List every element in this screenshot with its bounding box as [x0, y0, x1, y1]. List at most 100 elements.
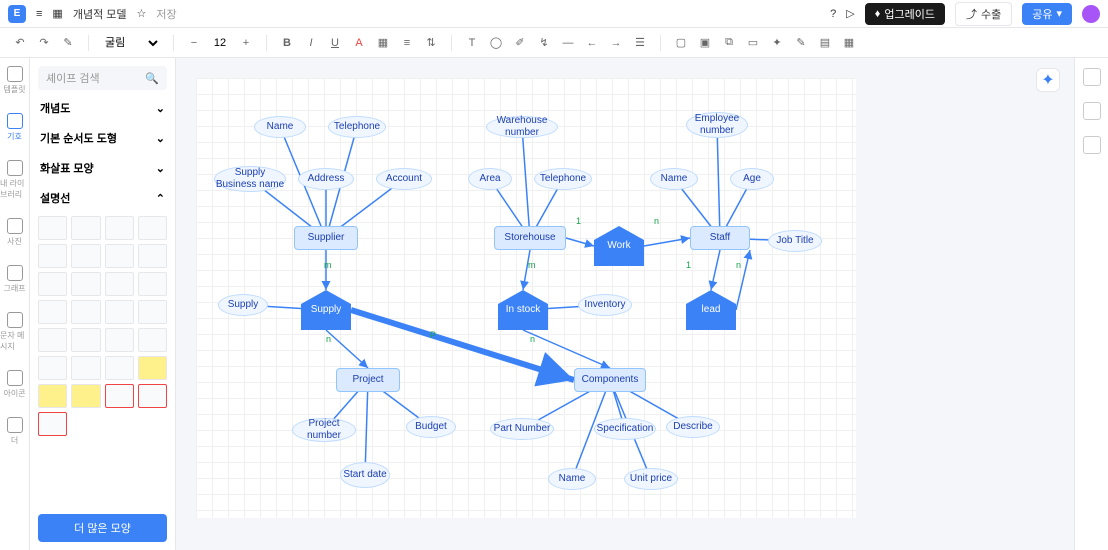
shape-item[interactable] [71, 356, 100, 380]
diagram-node[interactable]: Age [730, 168, 774, 190]
chat-icon[interactable] [1083, 102, 1101, 120]
italic-icon[interactable]: I [303, 35, 319, 51]
star-icon[interactable]: ☆ [136, 7, 146, 20]
shape-item[interactable] [71, 216, 100, 240]
diagram-node[interactable]: Supplier [294, 226, 358, 250]
diagram-node[interactable]: Address [298, 168, 354, 190]
diagram-node[interactable]: Supply Business name [214, 166, 286, 192]
shape-item[interactable] [138, 272, 167, 296]
shape-item[interactable] [38, 384, 67, 408]
pen-icon[interactable]: ✐ [512, 35, 528, 51]
diagram-node[interactable]: Telephone [328, 116, 386, 138]
diagram-node[interactable]: Area [468, 168, 512, 190]
diagram-node[interactable]: Supply [301, 290, 351, 330]
upgrade-button[interactable]: ♦업그레이드 [865, 3, 945, 25]
shape-item[interactable] [105, 356, 134, 380]
cat-flowchart[interactable]: 기본 순서도 도형⌄ [38, 126, 167, 150]
diagram-node[interactable]: Staff [690, 226, 750, 250]
shape-item[interactable] [71, 384, 100, 408]
font-select[interactable]: 굴림 [101, 36, 161, 50]
diagram-node[interactable]: Work [594, 226, 644, 266]
diagram-node[interactable]: Inventory [578, 294, 632, 316]
rail-library[interactable]: 내 라이브러리 [0, 160, 29, 200]
shape-item[interactable] [71, 272, 100, 296]
shape-item[interactable] [138, 384, 167, 408]
shape-item[interactable] [138, 300, 167, 324]
shape-item[interactable] [105, 272, 134, 296]
fx-icon[interactable]: ✦ [769, 35, 785, 51]
export-button[interactable]: ⤴수출 [955, 2, 1012, 26]
image-icon[interactable]: ▭ [745, 35, 761, 51]
increase-icon[interactable]: + [238, 35, 254, 51]
diagram-node[interactable]: Account [376, 168, 432, 190]
rail-template[interactable]: 템플릿 [3, 66, 25, 95]
shape-item[interactable] [38, 412, 67, 436]
shape-item[interactable] [71, 300, 100, 324]
layer-icon[interactable]: ▣ [697, 35, 713, 51]
rail-graph[interactable]: 그래프 [3, 265, 25, 294]
diagram-node[interactable]: Name [254, 116, 306, 138]
arrow-start-icon[interactable]: ← [584, 35, 600, 51]
diagram-node[interactable]: Project [336, 368, 400, 392]
diagram-node[interactable]: Telephone [534, 168, 592, 190]
shape-search[interactable]: 셰이프 검색🔍 [38, 66, 167, 90]
lock-icon[interactable]: ▤ [817, 35, 833, 51]
diagram-node[interactable]: Storehouse [494, 226, 566, 250]
shape-item[interactable] [105, 300, 134, 324]
list-icon[interactable]: ☰ [632, 35, 648, 51]
shape-item[interactable] [105, 384, 134, 408]
arrow-end-icon[interactable]: → [608, 35, 624, 51]
diagram-node[interactable]: In stock [498, 290, 548, 330]
shape-item[interactable] [38, 356, 67, 380]
shape-item[interactable] [105, 244, 134, 268]
edit-icon[interactable]: ✎ [793, 35, 809, 51]
connector-icon[interactable]: ↯ [536, 35, 552, 51]
doc-title[interactable]: 개념적 모델 [73, 6, 127, 22]
diagram-node[interactable]: lead [686, 290, 736, 330]
shape-item[interactable] [71, 328, 100, 352]
shape-item[interactable] [71, 244, 100, 268]
rail-text[interactable]: 문자 메시지 [0, 312, 29, 352]
ai-icon[interactable] [1083, 68, 1101, 86]
shape-item[interactable] [38, 300, 67, 324]
more-icon[interactable]: ▦ [841, 35, 857, 51]
rail-symbols[interactable]: 기호 [7, 113, 23, 142]
undo-icon[interactable]: ↶ [12, 35, 28, 51]
rail-icon[interactable]: 아이콘 [3, 370, 25, 399]
shape-item[interactable] [138, 328, 167, 352]
crop-icon[interactable]: ⧉ [721, 35, 737, 51]
redo-icon[interactable]: ↷ [36, 35, 52, 51]
cat-callout[interactable]: 설명선⌃ [38, 186, 167, 210]
diagram-node[interactable]: Start date [340, 462, 390, 488]
diagram-node[interactable]: Part Number [490, 418, 554, 440]
shape-item[interactable] [138, 216, 167, 240]
shape-item[interactable] [138, 244, 167, 268]
shape-item[interactable] [38, 216, 67, 240]
text-color-icon[interactable]: A [351, 35, 367, 51]
diagram-canvas[interactable]: Supplier Storehouse Staff Project Components… [196, 78, 856, 518]
diagram-node[interactable]: Project number [292, 418, 356, 442]
diagram-node[interactable]: Name [650, 168, 698, 190]
shape-item[interactable] [105, 216, 134, 240]
cat-arrows[interactable]: 화살표 모양⌄ [38, 156, 167, 180]
shape-item[interactable] [138, 356, 167, 380]
diagram-node[interactable]: Employee number [686, 112, 748, 138]
line-spacing-icon[interactable]: ⇅ [423, 35, 439, 51]
highlight-icon[interactable]: ▦ [375, 35, 391, 51]
decrease-icon[interactable]: − [186, 35, 202, 51]
diagram-node[interactable]: Budget [406, 416, 456, 438]
brush-icon[interactable]: ✎ [60, 35, 76, 51]
diagram-node[interactable]: Specification [594, 418, 656, 440]
align-icon[interactable]: ≡ [399, 35, 415, 51]
underline-icon[interactable]: U [327, 35, 343, 51]
diagram-node[interactable]: Name [548, 468, 596, 490]
diagram-node[interactable]: Supply [218, 294, 268, 316]
diagram-node[interactable]: Job Title [768, 230, 822, 252]
ai-sparkle-icon[interactable]: ✦ [1036, 68, 1060, 92]
shape-item[interactable] [38, 328, 67, 352]
shape-item[interactable] [38, 272, 67, 296]
diagram-node[interactable]: Components [574, 368, 646, 392]
share-button[interactable]: 공유▾ [1022, 3, 1072, 25]
group-icon[interactable]: ▢ [673, 35, 689, 51]
menu-icon[interactable]: ≡ [36, 8, 42, 20]
